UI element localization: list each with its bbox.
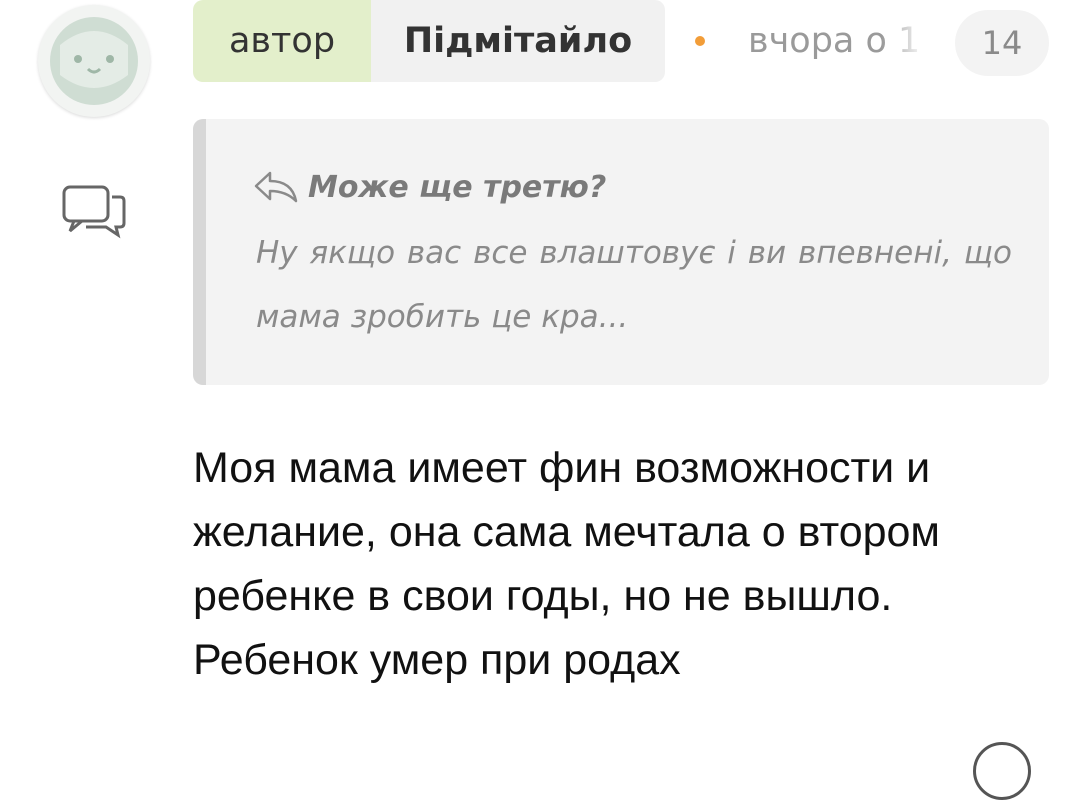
comment-bubbles-icon[interactable] [62, 183, 128, 245]
quote-text: Ну якщо вас все влаштовує і ви впевнені,… [256, 235, 1012, 335]
username-link[interactable]: Підмітайло [371, 0, 665, 82]
quote-title: Може ще третю? [308, 169, 607, 205]
emoji-icon[interactable] [973, 742, 1031, 800]
quote-header: Може ще третю? [252, 165, 606, 209]
quoted-reply[interactable]: Може ще третю? Ну якщо вас все влаштовує… [193, 119, 1049, 385]
reply-arrow-icon [254, 171, 298, 203]
owl-avatar-icon [50, 17, 138, 105]
likes-count[interactable]: 14 [955, 10, 1049, 76]
author-badge: автор [193, 0, 371, 82]
separator-dot [695, 36, 705, 46]
timestamp: вчора о 1 [748, 21, 921, 61]
comment-text: Моя мама имеет фин возможности и желание… [193, 444, 940, 684]
user-avatar[interactable] [38, 5, 150, 117]
